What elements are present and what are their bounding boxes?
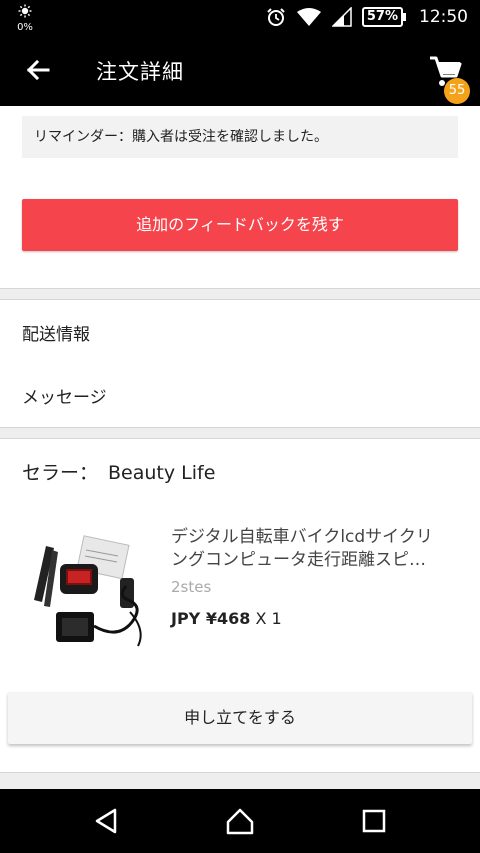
reminder-banner: リマインダー：購入者は受注を確認しました。 [22,116,458,158]
product-quantity: X 1 [255,609,282,628]
data-saver-indicator: 0% [14,4,36,34]
product-title[interactable]: デジタル自転車バイクlcdサイクリ ングコンピュータ走行距離スピ… [171,526,463,572]
nav-home-button[interactable] [224,805,256,837]
product-price: JPY ¥468 [171,609,251,628]
section-divider [0,288,480,300]
app-bar: 注文詳細 55 [0,34,480,106]
open-dispute-button[interactable]: 申し立てをする [8,692,472,744]
section-divider [0,772,480,789]
bike-computer-product-photo [22,530,152,660]
back-button[interactable] [20,52,56,88]
battery-indicator: 57% [361,7,407,27]
seller-label: セラー： [22,462,99,484]
product-title-line-2: ングコンピュータ走行距離スピ… [171,550,426,570]
data-saver-text: 0% [17,22,33,33]
signal-icon [331,7,352,27]
square-recents-icon [362,809,386,833]
shipping-info-link[interactable]: 配送情報 [22,320,90,345]
nav-recents-button[interactable] [358,805,390,837]
nav-back-button[interactable] [91,805,123,837]
status-bar: 0% 57% 12:50 [0,0,480,34]
status-icons: 57% 12:50 [266,0,468,34]
message-link[interactable]: メッセージ [22,383,107,408]
arrow-left-icon [26,59,50,81]
product-price-row: JPY ¥468 X 1 [171,609,282,628]
triangle-back-icon [95,808,117,834]
system-navigation-bar [0,789,480,853]
home-icon [226,808,254,835]
product-variant: 2stes [171,578,212,596]
clock: 12:50 [419,7,468,27]
page-title: 注文詳細 [96,60,184,84]
brightness-icon [18,4,32,18]
section-divider [0,427,480,439]
seller-row[interactable]: セラー： Beauty Life [22,458,215,485]
leave-feedback-button[interactable]: 追加のフィードバックを残す [22,199,458,251]
alarm-icon [267,8,285,26]
wifi-icon [296,8,321,26]
seller-name: Beauty Life [108,462,216,484]
product-title-line-1: デジタル自転車バイクlcdサイクリ [171,527,433,547]
order-detail-content: リマインダー：購入者は受注を確認しました。 追加のフィードバックを残す 配送情報… [0,106,480,789]
cart-count-badge: 55 [444,78,470,104]
product-image[interactable] [22,530,152,660]
